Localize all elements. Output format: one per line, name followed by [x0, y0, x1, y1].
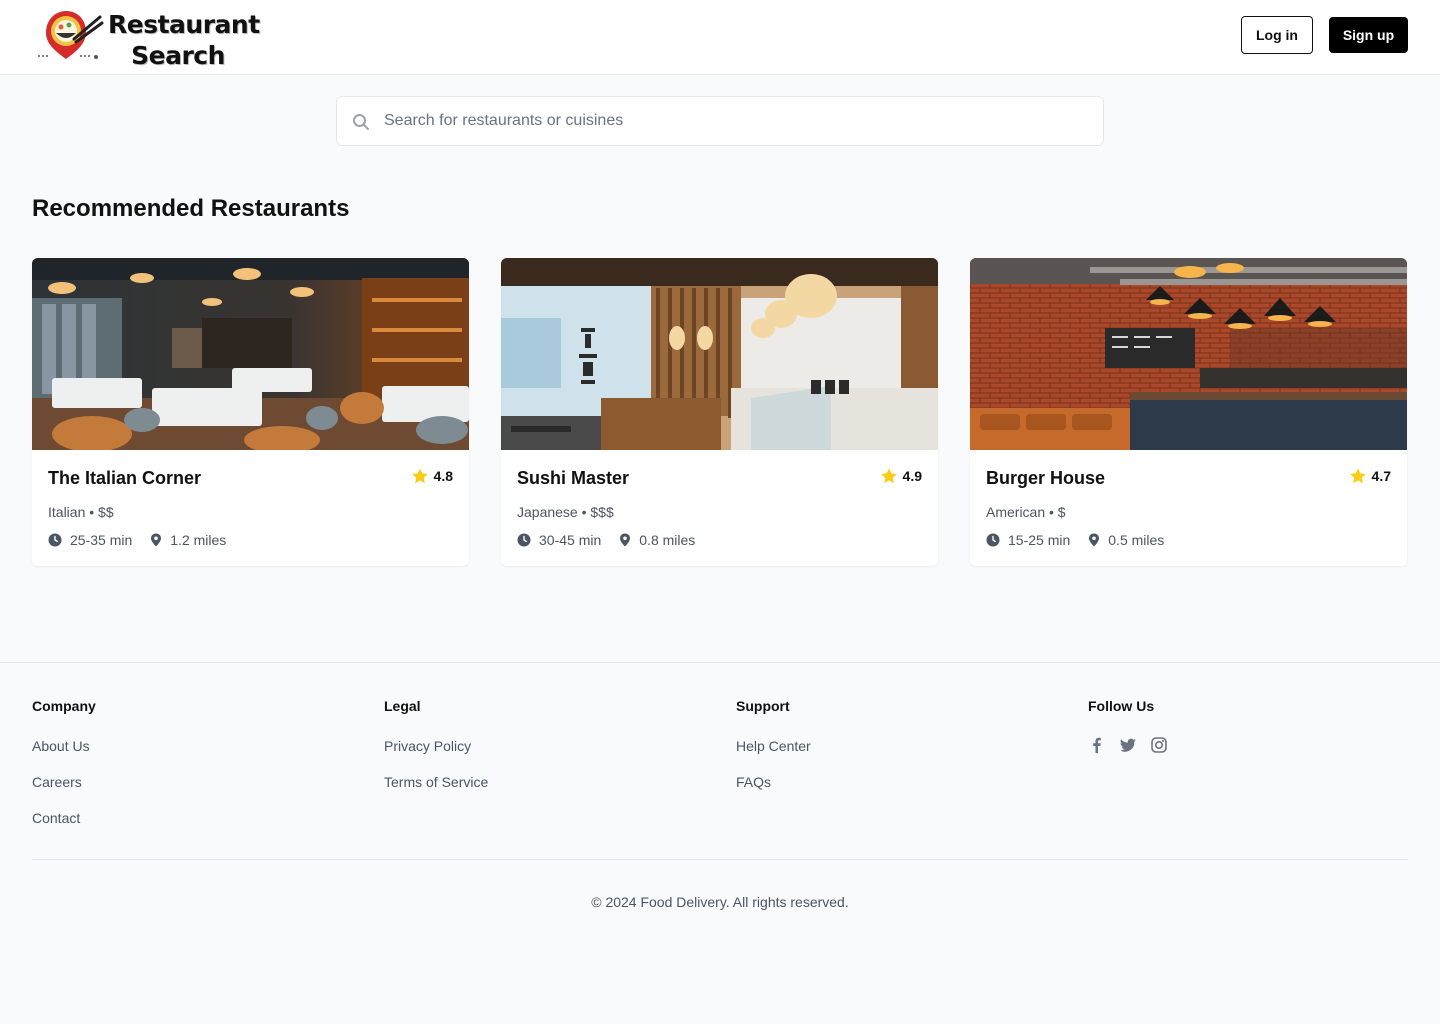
- instagram-icon[interactable]: [1150, 736, 1168, 754]
- footer-link-faqs[interactable]: FAQs: [736, 772, 811, 792]
- search-bar[interactable]: [336, 96, 1104, 146]
- cuisine-price: Italian • $$: [48, 504, 114, 520]
- location-pin-icon: [1089, 533, 1100, 547]
- footer-link-careers[interactable]: Careers: [32, 772, 96, 792]
- footer-link-about[interactable]: About Us: [32, 736, 96, 756]
- copyright: © 2024 Food Delivery. All rights reserve…: [591, 894, 849, 910]
- footer-heading: Follow Us: [1088, 698, 1155, 714]
- rating-value: 4.8: [433, 468, 453, 484]
- delivery-time: 25-35 min: [70, 532, 133, 548]
- restaurant-name[interactable]: The Italian Corner: [48, 468, 201, 489]
- restaurant-name[interactable]: Sushi Master: [517, 468, 629, 489]
- delivery-info: 15-25 min 0.5 miles: [986, 532, 1164, 548]
- footer-column-social: Follow Us: [1088, 698, 1181, 754]
- login-button[interactable]: Log in: [1241, 16, 1313, 54]
- rating-value: 4.7: [1371, 468, 1391, 484]
- distance: 0.5 miles: [1108, 532, 1165, 548]
- footer-link-terms[interactable]: Terms of Service: [384, 772, 488, 792]
- section-title: Recommended Restaurants: [32, 195, 350, 222]
- logo-line-2: Search: [131, 41, 225, 70]
- delivery-info: 30-45 min 0.8 miles: [517, 532, 695, 548]
- distance: 1.2 miles: [170, 532, 227, 548]
- search-icon: [353, 114, 369, 130]
- footer-heading: Company: [32, 698, 96, 714]
- cuisine-price: Japanese • $$$: [517, 504, 614, 520]
- clock-icon: [986, 533, 1000, 547]
- footer-heading: Legal: [384, 698, 421, 714]
- star-icon: [411, 468, 428, 484]
- restaurant-image: [501, 258, 938, 450]
- star-icon: [880, 468, 897, 484]
- footer-heading: Support: [736, 698, 790, 714]
- social-links: [1088, 736, 1181, 754]
- clock-icon: [517, 533, 531, 547]
- restaurant-image: [32, 258, 469, 450]
- footer-column-legal: Legal Privacy Policy Terms of Service: [384, 698, 488, 792]
- site-header: Restaurant Search Log in Sign up: [0, 0, 1440, 75]
- delivery-time: 15-25 min: [1008, 532, 1071, 548]
- footer-link-contact[interactable]: Contact: [32, 808, 96, 828]
- location-pin-icon: [151, 533, 162, 547]
- rating: 4.8: [411, 467, 453, 485]
- restaurant-card[interactable]: The Italian Corner 4.8 Italian • $$ 25-3…: [32, 258, 469, 566]
- logo-wordmark: Restaurant Search: [108, 9, 260, 71]
- footer-link-help[interactable]: Help Center: [736, 736, 811, 756]
- search-input[interactable]: [384, 97, 1084, 145]
- logo-line-1: Restaurant: [108, 10, 260, 39]
- restaurant-card[interactable]: Sushi Master 4.9 Japanese • $$$ 30-45 mi…: [501, 258, 938, 566]
- rating: 4.7: [1349, 467, 1391, 485]
- footer-link-privacy[interactable]: Privacy Policy: [384, 736, 488, 756]
- rating-value: 4.9: [902, 468, 922, 484]
- footer-column-support: Support Help Center FAQs: [736, 698, 811, 792]
- star-icon: [1349, 468, 1366, 484]
- delivery-time: 30-45 min: [539, 532, 602, 548]
- restaurant-card[interactable]: Burger House 4.7 American • $ 15-25 min …: [970, 258, 1407, 566]
- logo[interactable]: Restaurant Search: [36, 7, 260, 70]
- location-pin-icon: [620, 533, 631, 547]
- clock-icon: [48, 533, 62, 547]
- delivery-info: 25-35 min 1.2 miles: [48, 532, 226, 548]
- cuisine-price: American • $: [986, 504, 1066, 520]
- rating: 4.9: [880, 467, 922, 485]
- footer-divider: [32, 859, 1408, 860]
- restaurant-image: [970, 258, 1407, 450]
- facebook-icon[interactable]: [1088, 736, 1106, 754]
- footer-column-company: Company About Us Careers Contact: [32, 698, 96, 828]
- distance: 0.8 miles: [639, 532, 696, 548]
- signup-button[interactable]: Sign up: [1329, 17, 1408, 53]
- twitter-icon[interactable]: [1119, 736, 1137, 754]
- logo-icon: [38, 11, 104, 59]
- restaurant-name[interactable]: Burger House: [986, 468, 1105, 489]
- site-footer: Company About Us Careers Contact Legal P…: [0, 662, 1440, 1024]
